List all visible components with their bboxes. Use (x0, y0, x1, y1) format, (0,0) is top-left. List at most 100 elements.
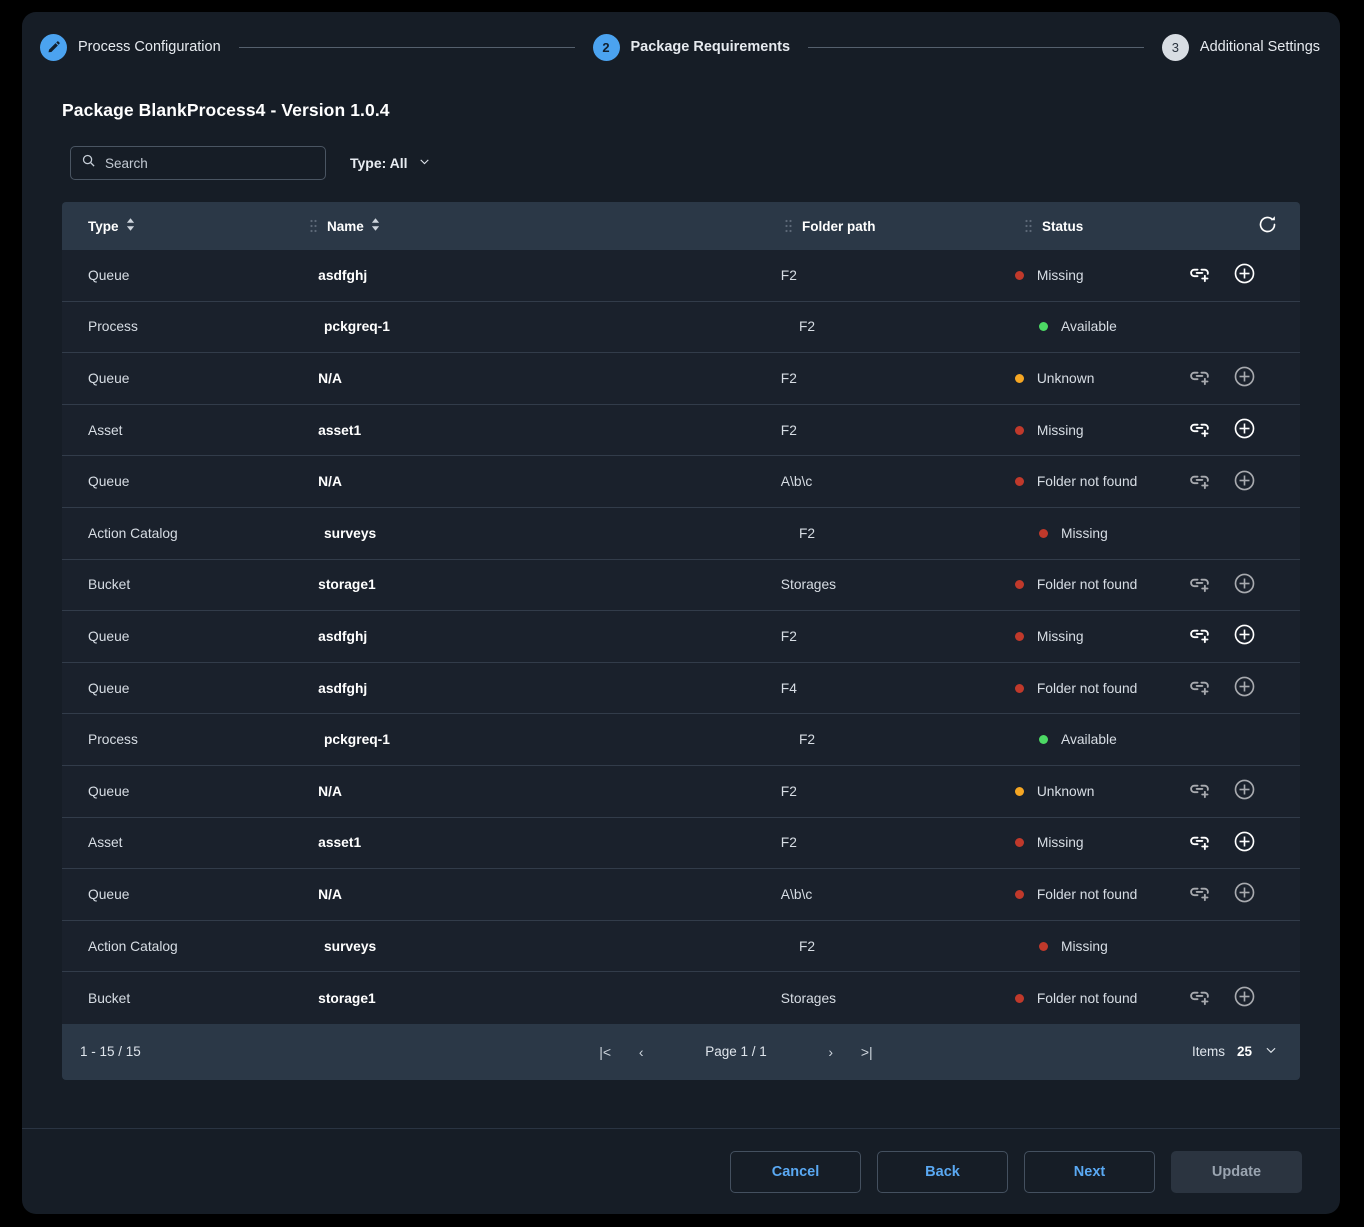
table-row[interactable]: Assetasset1F2Missing (62, 818, 1300, 870)
link-add-icon[interactable] (1188, 985, 1211, 1011)
table-row[interactable]: Assetasset1F2Missing (62, 405, 1300, 457)
link-add-icon[interactable] (1188, 469, 1211, 495)
status-dot (1015, 838, 1024, 847)
column-resize-grip-icon[interactable] (785, 218, 792, 234)
cell-type: Action Catalog (62, 939, 302, 954)
cell-type: Queue (62, 887, 296, 902)
sort-arrows-icon[interactable] (126, 218, 135, 234)
link-add-icon[interactable] (1188, 623, 1211, 649)
link-add-icon[interactable] (1188, 262, 1211, 288)
table-row[interactable]: QueueasdfghjF4Folder not found (62, 663, 1300, 715)
items-per-page-value: 25 (1237, 1044, 1252, 1059)
cell-name: pckgreq-1 (302, 319, 777, 334)
next-button[interactable]: Next (1024, 1151, 1155, 1193)
back-button[interactable]: Back (877, 1151, 1008, 1193)
cell-status: Available (1017, 319, 1217, 334)
status-label: Missing (1037, 629, 1084, 644)
step-additional-settings[interactable]: 3 Additional Settings (1162, 34, 1320, 61)
status-dot (1039, 322, 1048, 331)
stepper-connector-2 (808, 47, 1144, 48)
link-add-icon[interactable] (1188, 365, 1211, 391)
add-circle-icon[interactable] (1233, 778, 1256, 804)
table-row[interactable]: QueueN/AF2Unknown (62, 353, 1300, 405)
cell-folder-path: F2 (759, 268, 993, 283)
cell-name: asset1 (296, 423, 759, 438)
table-row[interactable]: QueueasdfghjF2Missing (62, 250, 1300, 302)
cell-status: Missing (993, 423, 1188, 438)
table-row[interactable]: QueueN/AF2Unknown (62, 766, 1300, 818)
column-resize-grip-icon[interactable] (1025, 218, 1032, 234)
add-circle-icon[interactable] (1233, 572, 1256, 598)
add-circle-icon[interactable] (1233, 262, 1256, 288)
cell-folder-path: Storages (759, 577, 993, 592)
add-circle-icon[interactable] (1233, 417, 1256, 443)
cell-type: Queue (62, 784, 296, 799)
cell-status: Folder not found (993, 577, 1188, 592)
cell-type: Process (62, 732, 302, 747)
items-per-page-select[interactable]: Items 25 (1192, 1043, 1278, 1060)
cell-folder-path: F2 (759, 423, 993, 438)
status-label: Folder not found (1037, 681, 1137, 696)
first-page-button[interactable]: |< (587, 1044, 623, 1060)
column-header-name[interactable]: Name (302, 202, 777, 250)
cell-name: surveys (302, 939, 777, 954)
add-circle-icon[interactable] (1233, 881, 1256, 907)
link-add-icon[interactable] (1188, 572, 1211, 598)
add-circle-icon[interactable] (1233, 623, 1256, 649)
table-toolbar: Type: All (70, 146, 1340, 180)
add-circle-icon[interactable] (1233, 985, 1256, 1011)
previous-page-button[interactable]: ‹ (623, 1044, 659, 1060)
sort-arrows-icon[interactable] (371, 218, 380, 234)
table-row[interactable]: Bucketstorage1StoragesFolder not found (62, 972, 1300, 1024)
row-action-group (1188, 417, 1278, 443)
step-process-configuration[interactable]: Process Configuration (40, 34, 221, 61)
status-label: Unknown (1037, 784, 1095, 799)
add-circle-icon[interactable] (1233, 469, 1256, 495)
column-resize-grip-icon[interactable] (310, 218, 317, 234)
chevron-down-icon (1264, 1043, 1278, 1060)
refresh-icon[interactable] (1257, 214, 1278, 238)
link-add-icon[interactable] (1188, 778, 1211, 804)
add-circle-icon[interactable] (1233, 830, 1256, 856)
cell-folder-path: F2 (759, 629, 993, 644)
cell-status: Unknown (993, 371, 1188, 386)
status-dot (1015, 994, 1024, 1003)
row-action-group (1188, 572, 1278, 598)
column-header-type[interactable]: Type (62, 202, 302, 250)
table-row[interactable]: Bucketstorage1StoragesFolder not found (62, 560, 1300, 612)
page-indicator: Page 1 / 1 (705, 1044, 767, 1059)
package-requirements-dialog: Process Configuration 2 Package Requirem… (22, 12, 1340, 1214)
step-package-requirements[interactable]: 2 Package Requirements (593, 34, 791, 61)
table-row[interactable]: QueueN/AA\b\cFolder not found (62, 869, 1300, 921)
cell-folder-path: F2 (777, 526, 1017, 541)
add-circle-icon[interactable] (1233, 675, 1256, 701)
search-box[interactable] (70, 146, 326, 180)
cell-name: asdfghj (296, 681, 759, 696)
table-row[interactable]: Action CatalogsurveysF2Missing (62, 921, 1300, 973)
cell-status: Folder not found (993, 681, 1188, 696)
search-input[interactable] (105, 156, 315, 171)
link-add-icon[interactable] (1188, 881, 1211, 907)
table-pagination: 1 - 15 / 15 |< ‹ Page 1 / 1 › >| Items 2… (62, 1024, 1300, 1080)
link-add-icon[interactable] (1188, 675, 1211, 701)
status-dot (1015, 890, 1024, 899)
next-page-button[interactable]: › (813, 1044, 849, 1060)
last-page-button[interactable]: >| (849, 1044, 885, 1060)
status-dot (1039, 529, 1048, 538)
cell-folder-path: F2 (777, 319, 1017, 334)
table-row[interactable]: QueueN/AA\b\cFolder not found (62, 456, 1300, 508)
cell-name: asdfghj (296, 268, 759, 283)
type-filter-dropdown[interactable]: Type: All (350, 155, 431, 171)
link-add-icon[interactable] (1188, 830, 1211, 856)
table-row[interactable]: Action CatalogsurveysF2Missing (62, 508, 1300, 560)
column-header-status[interactable]: Status (1017, 202, 1217, 250)
table-row[interactable]: Processpckgreq-1F2Available (62, 302, 1300, 354)
cell-name: N/A (296, 474, 759, 489)
table-row[interactable]: QueueasdfghjF2Missing (62, 611, 1300, 663)
cancel-button[interactable]: Cancel (730, 1151, 861, 1193)
column-header-folder-path[interactable]: Folder path (777, 202, 1017, 250)
cell-type: Queue (62, 474, 296, 489)
link-add-icon[interactable] (1188, 417, 1211, 443)
add-circle-icon[interactable] (1233, 365, 1256, 391)
table-row[interactable]: Processpckgreq-1F2Available (62, 714, 1300, 766)
